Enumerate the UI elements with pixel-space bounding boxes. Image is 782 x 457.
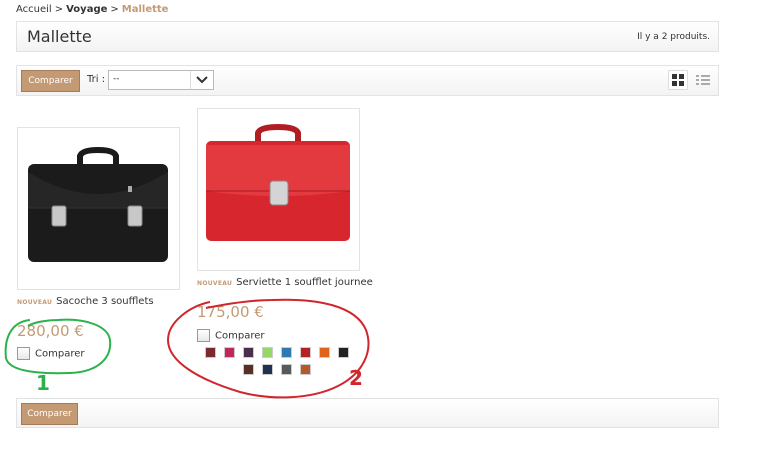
- compare-checkbox-label[interactable]: Comparer: [215, 331, 264, 342]
- new-badge: NOUVEAU: [197, 280, 233, 287]
- sort-select-value: --: [113, 74, 120, 84]
- category-title-bar: Mallette Il y a 2 produits.: [16, 21, 719, 52]
- color-swatch[interactable]: [242, 346, 255, 359]
- product-image-link[interactable]: [17, 127, 180, 290]
- breadcrumb-separator: >: [54, 4, 64, 15]
- bottom-compare-bar: Comparer: [16, 398, 719, 428]
- color-swatch[interactable]: [280, 346, 293, 359]
- red-briefcase-image: [206, 123, 350, 241]
- color-swatch[interactable]: [261, 346, 274, 359]
- breadcrumb-home-link[interactable]: Accueil: [16, 4, 52, 15]
- page-title: Mallette: [27, 27, 92, 46]
- color-swatch[interactable]: [242, 363, 255, 376]
- breadcrumb-category-link[interactable]: Voyage: [66, 4, 107, 15]
- compare-checkbox[interactable]: [17, 347, 30, 360]
- sort-select[interactable]: --: [108, 70, 214, 90]
- breadcrumb: Accueil > Voyage > Mallette: [16, 4, 168, 15]
- product-name-link[interactable]: Serviette 1 soufflet journee: [236, 277, 373, 288]
- color-swatch[interactable]: [299, 346, 312, 359]
- color-swatch[interactable]: [337, 346, 350, 359]
- list-view-icon[interactable]: [693, 70, 713, 90]
- compare-checkbox-label[interactable]: Comparer: [35, 349, 84, 360]
- sort-toolbar: Comparer Tri : --: [16, 65, 719, 96]
- product-price: 175,00 €: [197, 303, 264, 321]
- product-image-link[interactable]: [197, 108, 360, 271]
- product-count: Il y a 2 produits.: [637, 32, 710, 42]
- color-swatch[interactable]: [261, 363, 274, 376]
- breadcrumb-separator: >: [110, 4, 119, 15]
- annotation-number-1: 1: [36, 371, 50, 395]
- product-price: 280,00 €: [17, 322, 84, 340]
- color-swatch[interactable]: [223, 346, 236, 359]
- new-badge: NOUVEAU: [17, 299, 53, 306]
- chevron-down-icon[interactable]: [190, 71, 213, 89]
- sort-label: Tri :: [87, 74, 106, 85]
- compare-checkbox[interactable]: [197, 329, 210, 342]
- product-name-link[interactable]: Sacoche 3 soufflets: [56, 296, 153, 307]
- color-swatch[interactable]: [318, 346, 331, 359]
- color-swatch[interactable]: [204, 346, 217, 359]
- grid-view-icon[interactable]: [668, 70, 688, 90]
- black-briefcase-image: [28, 146, 168, 262]
- annotation-number-2: 2: [349, 366, 363, 390]
- compare-button[interactable]: Comparer: [21, 403, 78, 425]
- compare-button[interactable]: Comparer: [21, 70, 80, 92]
- color-swatch[interactable]: [299, 363, 312, 376]
- color-swatch[interactable]: [280, 363, 293, 376]
- breadcrumb-current: Mallette: [121, 4, 169, 15]
